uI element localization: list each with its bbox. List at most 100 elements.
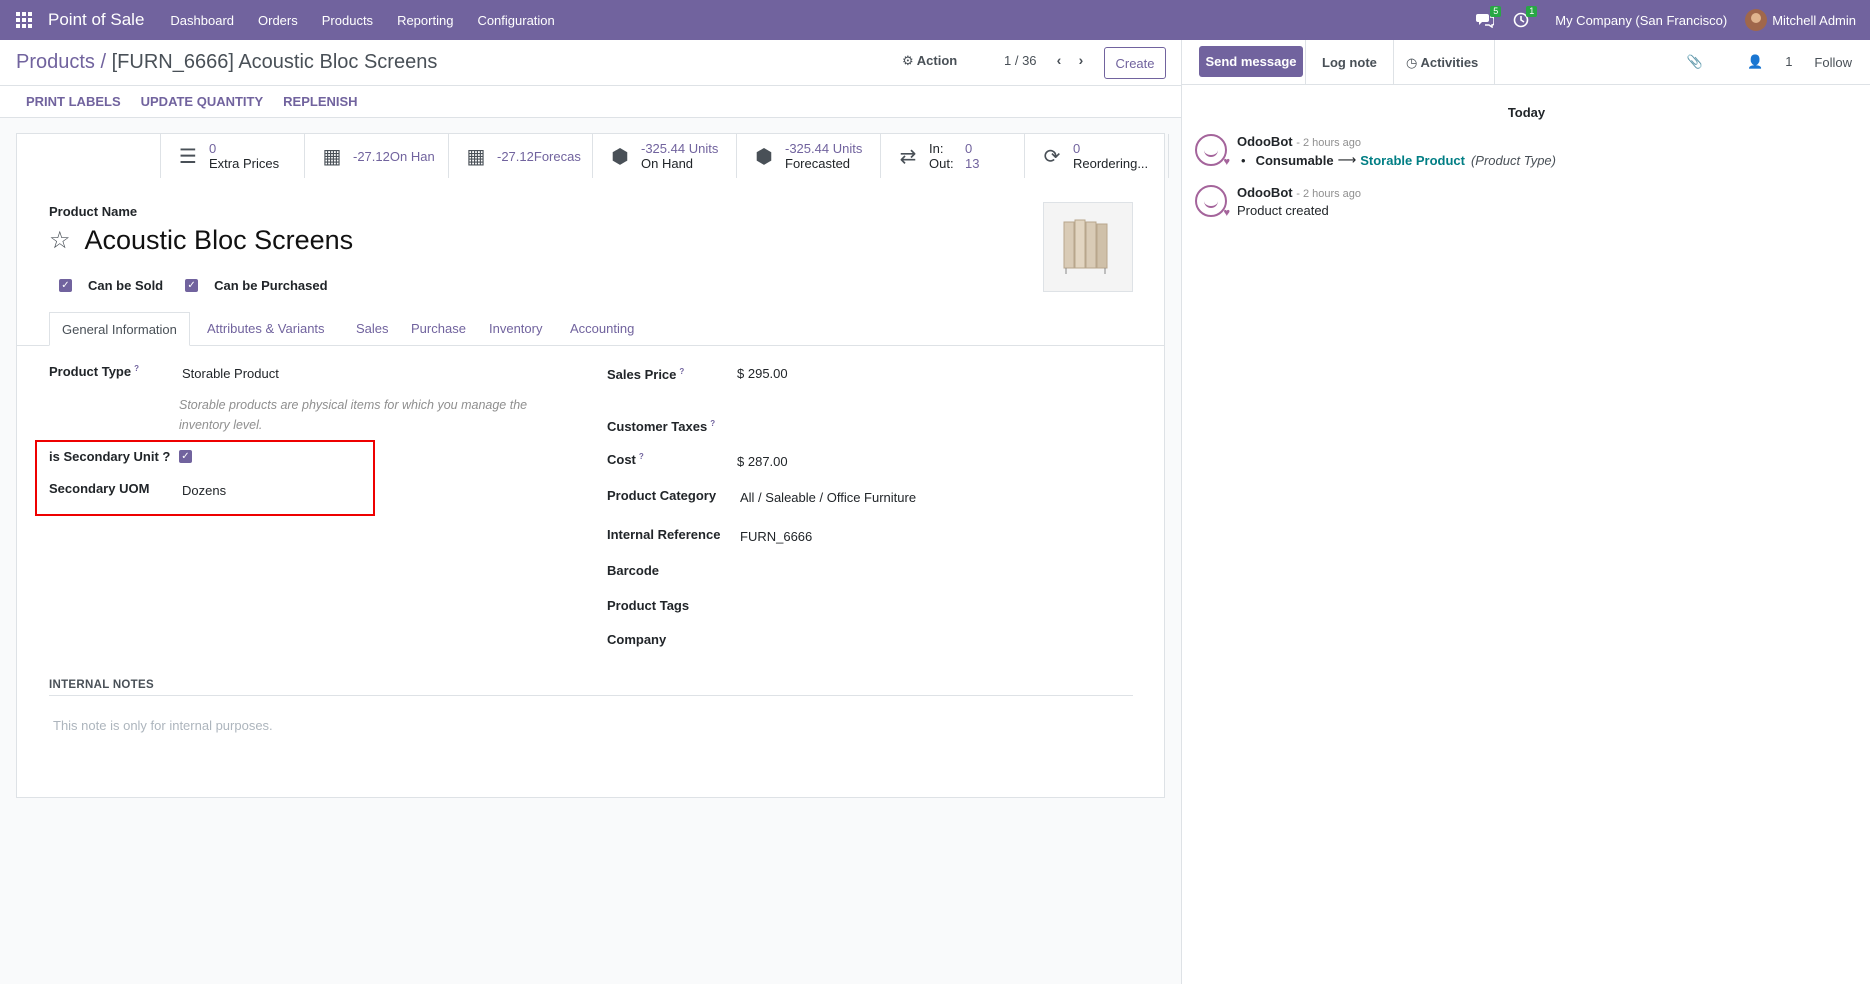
apps-menu-icon[interactable] [0, 0, 48, 40]
reordering-label: Reordering... [1073, 156, 1149, 171]
grid-icon: ▦ [466, 145, 486, 168]
secondary-uom-label: Secondary UOM [49, 481, 150, 496]
tab-accounting[interactable]: Accounting [570, 312, 634, 346]
reordering-button[interactable]: ⟳ 0 Reordering... [1025, 134, 1169, 178]
sales-price-currency: $ [737, 366, 745, 381]
followers-button[interactable]: 👤 1 [1725, 54, 1792, 70]
secondary-unit-label: is Secondary Unit ? [49, 449, 171, 464]
forecast-label: Forecas [533, 148, 581, 164]
tracking-old-value: Consumable [1255, 152, 1334, 168]
can-be-purchased-checkbox[interactable]: ✓ [185, 279, 199, 292]
company-switcher[interactable]: My Company (San Francisco) [1539, 13, 1745, 28]
create-button[interactable]: Create [1104, 47, 1166, 79]
list-icon: ☰ [179, 145, 197, 168]
product-name-label: Product Name [49, 204, 138, 219]
menu-reporting[interactable]: Reporting [385, 13, 465, 28]
app-name[interactable]: Point of Sale [48, 10, 144, 30]
tab-inventory[interactable]: Inventory [489, 312, 542, 346]
company-label: Company [607, 632, 667, 647]
extra-prices-label: Extra Prices [209, 156, 280, 171]
tab-general-information[interactable]: General Information [49, 312, 190, 346]
tracking-new-value: Storable Product [1360, 152, 1465, 168]
replenish-button[interactable]: REPLENISH [273, 94, 367, 109]
form-statusbar: PRINT LABELS UPDATE QUANTITY REPLENISH [0, 86, 1181, 118]
can-be-sold-checkbox[interactable]: ✓ [59, 279, 72, 292]
units-forecasted-value: -325.44 Units [785, 141, 863, 156]
log-note-button[interactable]: Log note [1305, 40, 1394, 84]
product-type-hint: Storable products are physical items for… [179, 398, 528, 432]
product-name-field[interactable]: Acoustic Bloc Screens [85, 225, 354, 256]
gear-icon: ⚙ [902, 53, 914, 68]
odoobot-avatar[interactable] [1195, 185, 1230, 219]
form-sheet: ☰ 0 Extra Prices ▦ -27.12On Han ▦ -27.12F… [16, 133, 1169, 798]
activities-badge: 1 [1526, 6, 1538, 17]
internal-notes-field[interactable]: This note is only for internal purposes. [53, 718, 273, 733]
print-labels-button[interactable]: PRINT LABELS [16, 94, 131, 109]
update-quantity-button[interactable]: UPDATE QUANTITY [131, 94, 274, 109]
forecast-button[interactable]: ▦ -27.12Forecas [449, 134, 593, 178]
product-type-field[interactable]: Storable Product [182, 366, 279, 381]
tab-sales[interactable]: Sales [356, 312, 389, 346]
tracking-field-name: (Product Type) [1470, 152, 1556, 168]
cubes-icon: ⬢ [755, 145, 773, 168]
chatter-panel: Send message Log note ◷ Activities 📎 👤 1 … [1181, 40, 1870, 984]
units-on-hand-value: -325.44 Units [641, 141, 719, 156]
message-author[interactable]: OdooBot [1237, 134, 1293, 149]
secondary-uom-field[interactable]: Dozens [182, 483, 226, 498]
menu-configuration[interactable]: Configuration [465, 13, 566, 28]
cost-currency: $ [737, 454, 745, 469]
cost-field[interactable]: $ 287.00 [737, 454, 788, 469]
follow-button[interactable]: Follow [1814, 55, 1852, 70]
sales-price-field[interactable]: $ 295.00 [737, 366, 788, 381]
tab-attributes-variants[interactable]: Attributes & Variants [207, 312, 325, 346]
product-category-field[interactable]: All / Saleable / Office Furniture [740, 490, 916, 505]
pager-previous-icon[interactable]: ‹ [1048, 52, 1070, 68]
message-body: Product created [1237, 203, 1329, 218]
cubes-icon: ⬢ [611, 145, 629, 168]
user-icon: 👤 [1747, 54, 1764, 69]
menu-products[interactable]: Products [310, 13, 385, 28]
grid-icon: ▦ [322, 145, 342, 168]
units-forecasted-button[interactable]: ⬢ -325.44 Units Forecasted [737, 134, 881, 178]
message-author[interactable]: OdooBot [1237, 185, 1293, 200]
pager-next-icon[interactable]: › [1070, 52, 1092, 68]
product-image[interactable] [1043, 202, 1133, 292]
on-hand-button[interactable]: ▦ -27.12On Han [305, 134, 449, 178]
messaging-menu[interactable]: 5 [1467, 0, 1503, 40]
extra-prices-value: 0 [209, 141, 217, 156]
pager-value[interactable]: 1 / 36 [1004, 53, 1037, 68]
in-out-button[interactable]: ⇄ In: 0 Out: 13 [881, 134, 1025, 178]
send-message-button[interactable]: Send message [1199, 46, 1303, 77]
barcode-label: Barcode [607, 563, 660, 578]
units-on-hand-button[interactable]: ⬢ -325.44 Units On Hand [593, 134, 737, 178]
date-separator: Today [1507, 105, 1546, 120]
breadcrumb-products[interactable]: Products [16, 51, 95, 73]
help-icon: ? [679, 367, 685, 376]
refresh-icon: ⟳ [1043, 145, 1061, 168]
odoobot-avatar[interactable] [1195, 134, 1230, 168]
action-menu-button[interactable]: ⚙ Action [902, 53, 957, 69]
tab-purchase[interactable]: Purchase [411, 312, 466, 346]
message-time: - 2 hours ago [1296, 137, 1362, 149]
in-value: 0 [965, 141, 973, 156]
extra-prices-button[interactable]: ☰ 0 Extra Prices [161, 134, 305, 178]
menu-orders[interactable]: Orders [246, 13, 310, 28]
breadcrumb-current: [FURN_6666] Acoustic Bloc Screens [111, 51, 438, 73]
message-time: - 2 hours ago [1296, 188, 1362, 200]
activity-menu[interactable]: 1 [1503, 0, 1539, 40]
chatter-actions: 📎 👤 1 Follow [1665, 54, 1852, 70]
out-value: 13 [965, 156, 980, 171]
internal-reference-field[interactable]: FURN_6666 [740, 529, 812, 544]
secondary-unit-checkbox[interactable]: ✓ [179, 450, 192, 463]
chatter-message: OdooBot - 2 hours ago • Consumable ⟶ Sto… [1195, 134, 1556, 168]
menu-dashboard[interactable]: Dashboard [158, 13, 246, 28]
cost-label: Cost? [607, 452, 644, 467]
activities-button[interactable]: ◷ Activities [1390, 40, 1496, 84]
user-menu[interactable]: Mitchell Admin [1745, 9, 1870, 31]
help-icon: ? [134, 364, 139, 373]
favorite-star-icon[interactable]: ☆ [49, 228, 71, 253]
help-icon: ? [710, 419, 716, 428]
attachment-paperclip-icon[interactable]: 📎 [1687, 54, 1703, 70]
messages-badge: 5 [1490, 6, 1502, 17]
product-title-area: Product Name ☆ Acoustic Bloc Screens [49, 204, 353, 256]
